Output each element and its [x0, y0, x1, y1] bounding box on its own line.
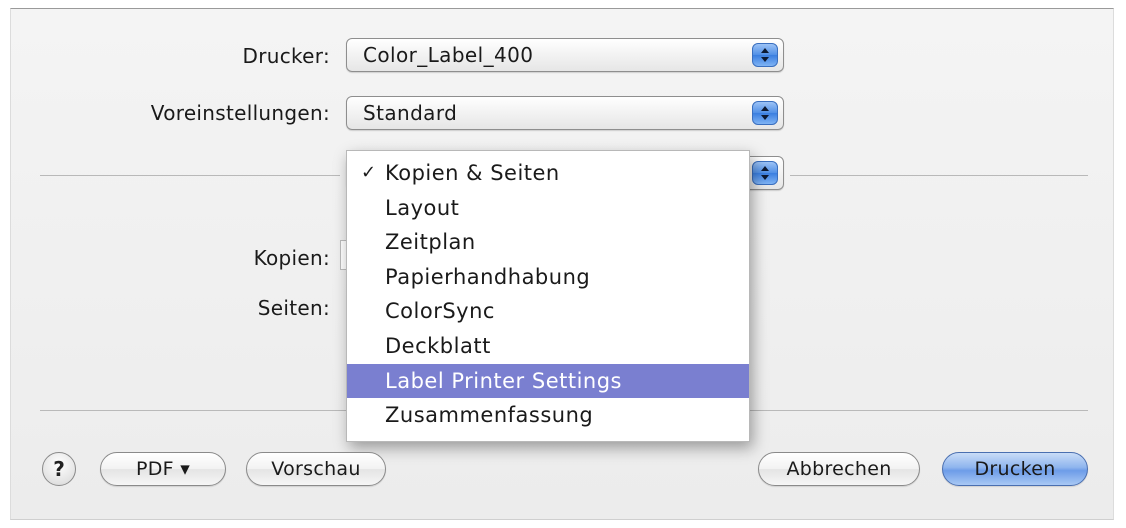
- menu-item[interactable]: Deckblatt: [347, 329, 749, 364]
- menu-item[interactable]: Zusammenfassung: [347, 398, 749, 433]
- menu-item[interactable]: ColorSync: [347, 294, 749, 329]
- print-button[interactable]: Drucken: [942, 452, 1088, 486]
- menu-item-label: Zeitplan: [385, 230, 476, 255]
- printer-value: Color_Label_400: [363, 43, 534, 67]
- checkmark-icon: ✓: [361, 162, 377, 183]
- popup-arrows-icon: [752, 161, 778, 185]
- pdf-button[interactable]: PDF ▾: [100, 452, 226, 486]
- menu-item[interactable]: Layout: [347, 191, 749, 226]
- menu-item-label: Zusammenfassung: [385, 403, 594, 428]
- menu-item-label: Label Printer Settings: [385, 368, 622, 393]
- menu-item-label: Deckblatt: [385, 333, 491, 358]
- copies-label: Kopien:: [253, 246, 330, 270]
- printer-popup[interactable]: Color_Label_400: [346, 38, 784, 72]
- cancel-button[interactable]: Abbrechen: [758, 452, 920, 486]
- section-dropdown-menu: ✓ Kopien & Seiten Layout Zeitplan Papierhand…: [346, 150, 750, 442]
- presets-label: Voreinstellungen:: [150, 101, 330, 125]
- printer-label: Drucker:: [242, 44, 330, 68]
- preview-button[interactable]: Vorschau: [246, 452, 386, 486]
- section-separator-left: [40, 175, 340, 176]
- menu-item[interactable]: Papierhandhabung: [347, 260, 749, 295]
- pages-label: Seiten:: [257, 296, 330, 320]
- menu-item[interactable]: Zeitplan: [347, 225, 749, 260]
- popup-arrows-icon: [752, 101, 778, 125]
- popup-arrows-icon: [752, 43, 778, 67]
- menu-item[interactable]: ✓ Kopien & Seiten: [347, 156, 749, 191]
- menu-item-label: Papierhandhabung: [385, 264, 591, 289]
- presets-popup[interactable]: Standard: [346, 96, 784, 130]
- presets-value: Standard: [363, 101, 458, 125]
- menu-item-label: Kopien & Seiten: [385, 161, 560, 185]
- menu-item-label: ColorSync: [385, 299, 495, 324]
- menu-item[interactable]: Label Printer Settings: [347, 363, 749, 399]
- help-button[interactable]: ?: [42, 452, 76, 486]
- section-separator-right: [790, 175, 1088, 176]
- menu-item-label: Layout: [385, 195, 460, 220]
